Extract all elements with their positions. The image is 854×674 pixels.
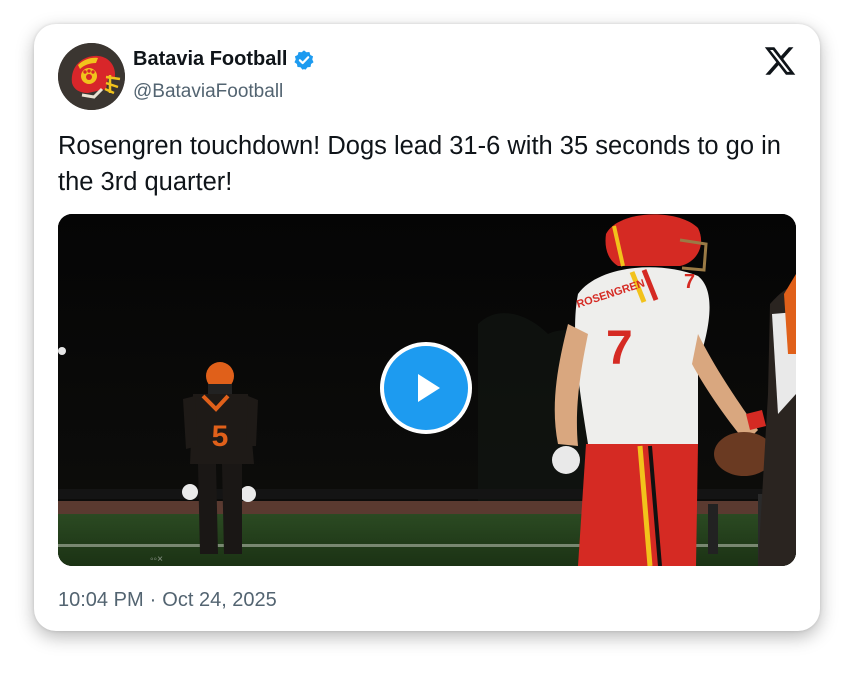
play-icon <box>418 374 440 402</box>
jersey-number-5: 5 <box>212 420 229 453</box>
tweet-time: 10:04 PM <box>58 589 144 611</box>
verified-badge-icon <box>294 49 315 70</box>
helmet-logo-icon <box>58 43 125 110</box>
tweet-timestamp[interactable]: 10:04 PM · Oct 24, 2025 <box>58 589 277 612</box>
author-handle[interactable]: @BataviaFootball <box>133 81 283 103</box>
author-display-name[interactable]: Batavia Football <box>133 48 315 71</box>
x-logo-icon[interactable] <box>763 44 797 78</box>
jersey-shoulder-number: 7 <box>684 271 695 293</box>
author-name-text: Batavia Football <box>133 48 288 70</box>
tweet-date: Oct 24, 2025 <box>162 589 277 611</box>
tweet-card[interactable]: Batavia Football @BataviaFootball Roseng… <box>34 24 820 631</box>
tweet-text: Rosengren touchdown! Dogs lead 31-6 with… <box>58 132 781 196</box>
play-button[interactable] <box>380 342 472 434</box>
jersey-number-7: 7 <box>606 322 633 375</box>
video-player[interactable]: 5 7 7 ROSENGREN ◦◦× <box>58 214 796 566</box>
author-avatar[interactable] <box>58 43 125 110</box>
timestamp-separator: · <box>149 589 157 611</box>
svg-text:◦◦×: ◦◦× <box>150 554 163 565</box>
